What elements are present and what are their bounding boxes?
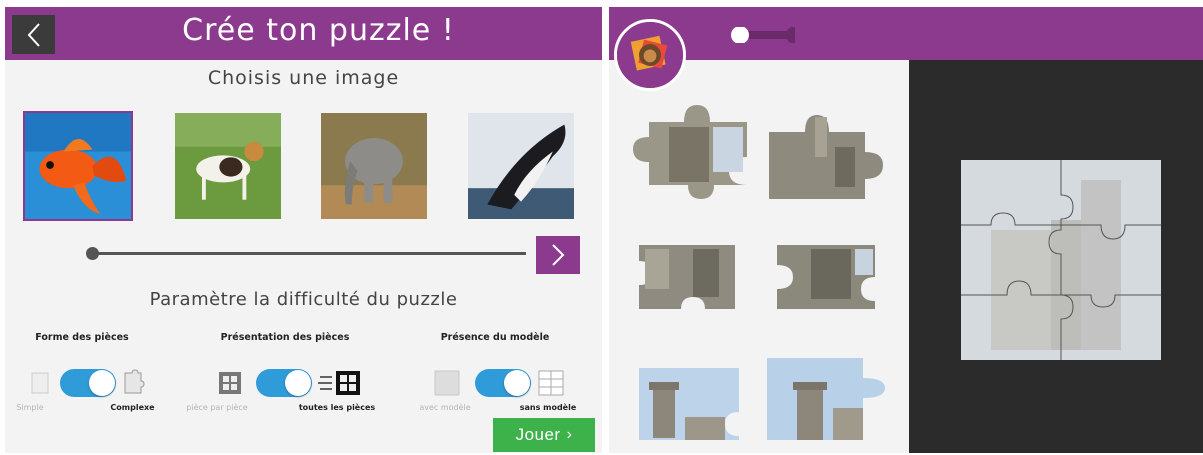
single-piece-icon [219,372,241,394]
puzzle-target-area[interactable] [961,160,1161,360]
presentation-group-label: Présentation des pièces [220,332,350,343]
with-model-icon [434,370,460,396]
puzzle-piece[interactable] [763,352,893,446]
model-group-label: Présence du modèle [440,332,550,343]
complex-piece-icon [124,369,145,394]
puzzle-setup-screen: Crée ton puzzle ! Choisis une image Para… [5,7,602,453]
lion-icon [617,22,683,88]
puzzle-piece[interactable] [629,97,753,207]
play-button[interactable]: Jouer › [493,418,595,452]
gallery-scroll-handle[interactable] [86,247,99,260]
goldfish-image [25,113,131,219]
chevron-right-icon [552,244,565,266]
image-option-goldfish[interactable] [23,111,133,221]
elephant-image [321,113,427,219]
without-model-option-label[interactable]: sans modèle [513,403,583,412]
image-option-whale[interactable] [466,111,576,221]
without-model-icon [538,370,564,396]
whale-image [468,113,574,219]
progress-slider[interactable] [731,27,795,43]
image-option-dog[interactable] [173,111,283,221]
image-option-elephant[interactable] [319,111,429,221]
header-bar: Crée ton puzzle ! [5,7,602,60]
chevron-right-icon: › [566,426,573,443]
dog-image [175,113,281,219]
puzzle-piece[interactable] [635,237,745,317]
complex-option-label[interactable]: Complexe [105,403,160,412]
model-toggle[interactable] [475,369,531,397]
next-images-button[interactable] [536,236,580,274]
puzzle-piece[interactable] [635,362,747,444]
with-model-option-label[interactable]: avec modèle [410,403,480,412]
page-title: Crée ton puzzle ! [182,13,455,48]
avatar[interactable] [614,19,686,91]
puzzle-piece[interactable] [771,237,883,317]
all-pieces-option-label[interactable]: toutes les pièces [291,403,383,412]
simple-option-label[interactable]: Simple [10,403,50,412]
puzzle-piece[interactable] [765,107,889,207]
shape-group-label: Forme des pièces [35,332,129,343]
piece-by-piece-option-label[interactable]: pièce par pièce [177,403,257,412]
gallery-scroll-track[interactable] [92,252,526,255]
header-bar [609,7,1203,60]
simple-piece-icon [31,372,49,394]
puzzle-board[interactable] [909,60,1203,453]
difficulty-heading: Paramètre la difficulté du puzzle [149,289,458,310]
shape-toggle[interactable] [60,369,116,397]
choose-image-heading: Choisis une image [207,67,400,89]
puzzle-play-screen [609,7,1203,453]
all-pieces-icon [318,371,360,395]
play-button-label: Jouer [515,425,561,444]
puzzle-model-outline [961,160,1161,360]
presentation-toggle[interactable] [256,369,312,397]
